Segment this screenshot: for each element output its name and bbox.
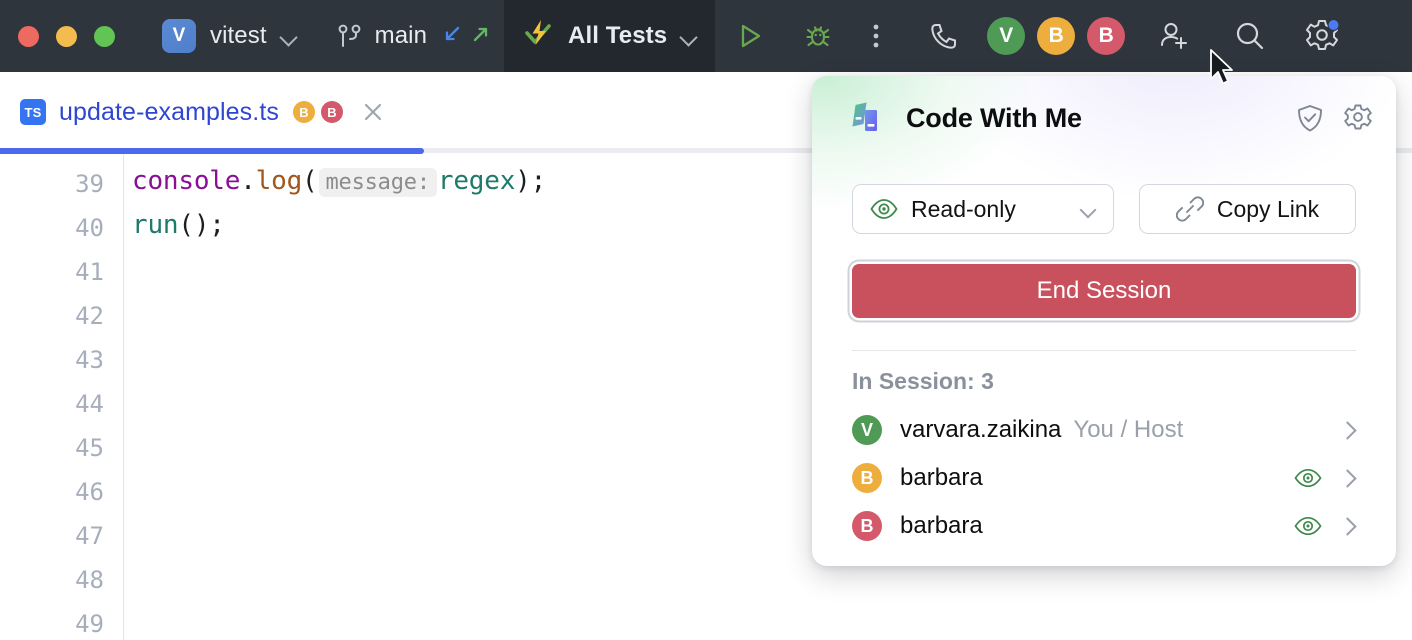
participant-role: You / Host — [1073, 416, 1183, 444]
line-number: 49 — [75, 610, 104, 638]
chevron-right-icon[interactable] — [1338, 517, 1356, 535]
code-token-object: console — [132, 166, 240, 196]
maximize-window-button[interactable] — [94, 26, 115, 47]
line-number: 47 — [75, 522, 104, 550]
parameter-hint-inlay: message: — [319, 168, 437, 197]
participant-row-host[interactable]: V varvara.zaikina You / Host — [852, 406, 1356, 454]
chevron-right-icon[interactable] — [1338, 421, 1356, 439]
line-number: 48 — [75, 566, 104, 594]
eye-icon[interactable] — [1294, 468, 1322, 488]
line-number: 45 — [75, 434, 104, 462]
copy-link-label: Copy Link — [1217, 196, 1319, 223]
close-window-button[interactable] — [18, 26, 39, 47]
access-level-label: Read-only — [911, 196, 1016, 223]
chevron-down-icon — [680, 28, 697, 45]
line-number: 42 — [75, 302, 104, 330]
branch-icon — [337, 22, 363, 50]
in-session-label: In Session: 3 — [852, 368, 994, 395]
code-token-method: log — [256, 166, 302, 196]
eye-icon[interactable] — [1294, 516, 1322, 536]
code-line-39: console.log(message:regex); — [132, 166, 546, 196]
run-configuration-name: All Tests — [568, 22, 667, 50]
participant-name: varvara.zaikina — [900, 416, 1061, 444]
code-line-40: run(); — [132, 210, 225, 240]
participant-row-barbara-2[interactable]: B barbara — [852, 502, 1356, 550]
ide-window: V vitest main — [0, 0, 1412, 640]
line-number: 41 — [75, 258, 104, 286]
toolbar-avatar-varvara[interactable]: V — [983, 13, 1029, 59]
link-icon — [1176, 195, 1204, 223]
popup-divider — [852, 350, 1356, 351]
toolbar-avatar-barbara-1[interactable]: B — [1033, 13, 1079, 59]
gear-icon[interactable] — [1342, 102, 1374, 134]
end-session-button[interactable]: End Session — [852, 264, 1356, 318]
gear-icon[interactable] — [1299, 13, 1345, 59]
main-toolbar: V vitest main — [0, 0, 1412, 72]
avatar: B — [1037, 17, 1075, 55]
code-token-close: ); — [515, 166, 546, 196]
project-name: vitest — [210, 22, 267, 50]
participant-name: barbara — [900, 512, 983, 540]
debug-bug-icon[interactable] — [795, 13, 841, 59]
phone-icon[interactable] — [921, 13, 967, 59]
minimize-window-button[interactable] — [56, 26, 77, 47]
chevron-right-icon[interactable] — [1338, 469, 1356, 487]
test-lightning-icon — [520, 16, 556, 57]
participant-row-barbara-1[interactable]: B barbara — [852, 454, 1356, 502]
participant-name: barbara — [900, 464, 983, 492]
toolbar-avatar-barbara-2[interactable]: B — [1083, 13, 1129, 59]
avatar: V — [852, 415, 882, 445]
code-token-dot: . — [240, 166, 255, 196]
avatar[interactable]: B — [321, 101, 343, 123]
line-number: 39 — [75, 170, 104, 198]
mouse-pointer-icon — [1209, 48, 1237, 90]
more-vertical-icon[interactable] — [853, 13, 899, 59]
close-icon[interactable] — [360, 99, 386, 125]
access-level-dropdown[interactable]: Read-only — [852, 184, 1114, 234]
eye-icon — [870, 198, 898, 220]
avatar[interactable]: B — [293, 101, 315, 123]
code-with-me-popup[interactable]: Code With Me — [812, 76, 1396, 566]
tab-collaborator-avatars: B B — [293, 101, 343, 123]
popup-header: Code With Me — [812, 76, 1396, 160]
add-user-icon[interactable] — [1151, 13, 1197, 59]
project-selector[interactable]: V vitest — [115, 19, 297, 53]
line-number: 46 — [75, 478, 104, 506]
code-token-argument: regex — [438, 166, 515, 196]
shield-check-icon[interactable] — [1294, 102, 1326, 134]
run-button[interactable] — [727, 13, 773, 59]
arrow-down-left-icon[interactable] — [441, 23, 463, 50]
copy-link-button[interactable]: Copy Link — [1139, 184, 1356, 234]
line-number: 44 — [75, 390, 104, 418]
chevron-down-icon — [1080, 201, 1096, 217]
avatar: B — [852, 511, 882, 541]
avatar: B — [1087, 17, 1125, 55]
popup-title: Code With Me — [906, 103, 1082, 134]
avatar: B — [852, 463, 882, 493]
editor-gutter: 39 40 41 42 43 44 45 46 47 48 49 — [0, 154, 124, 640]
project-badge: V — [162, 19, 196, 53]
code-with-me-logo-icon — [852, 100, 888, 136]
avatar: V — [987, 17, 1025, 55]
run-configuration-selector[interactable]: All Tests — [504, 0, 715, 72]
window-controls — [18, 26, 115, 47]
code-token-rest: (); — [178, 210, 224, 240]
line-number: 43 — [75, 346, 104, 374]
line-number: 40 — [75, 214, 104, 242]
code-token-call: run — [132, 210, 178, 240]
code-token-open-paren: ( — [302, 166, 317, 196]
chevron-down-icon — [280, 28, 297, 45]
arrow-up-right-icon[interactable] — [470, 23, 492, 50]
participant-list: V varvara.zaikina You / Host B barbara — [852, 406, 1356, 550]
tab-filename: update-examples.ts — [59, 98, 279, 127]
typescript-file-icon: TS — [20, 99, 46, 125]
branch-name[interactable]: main — [375, 22, 427, 50]
